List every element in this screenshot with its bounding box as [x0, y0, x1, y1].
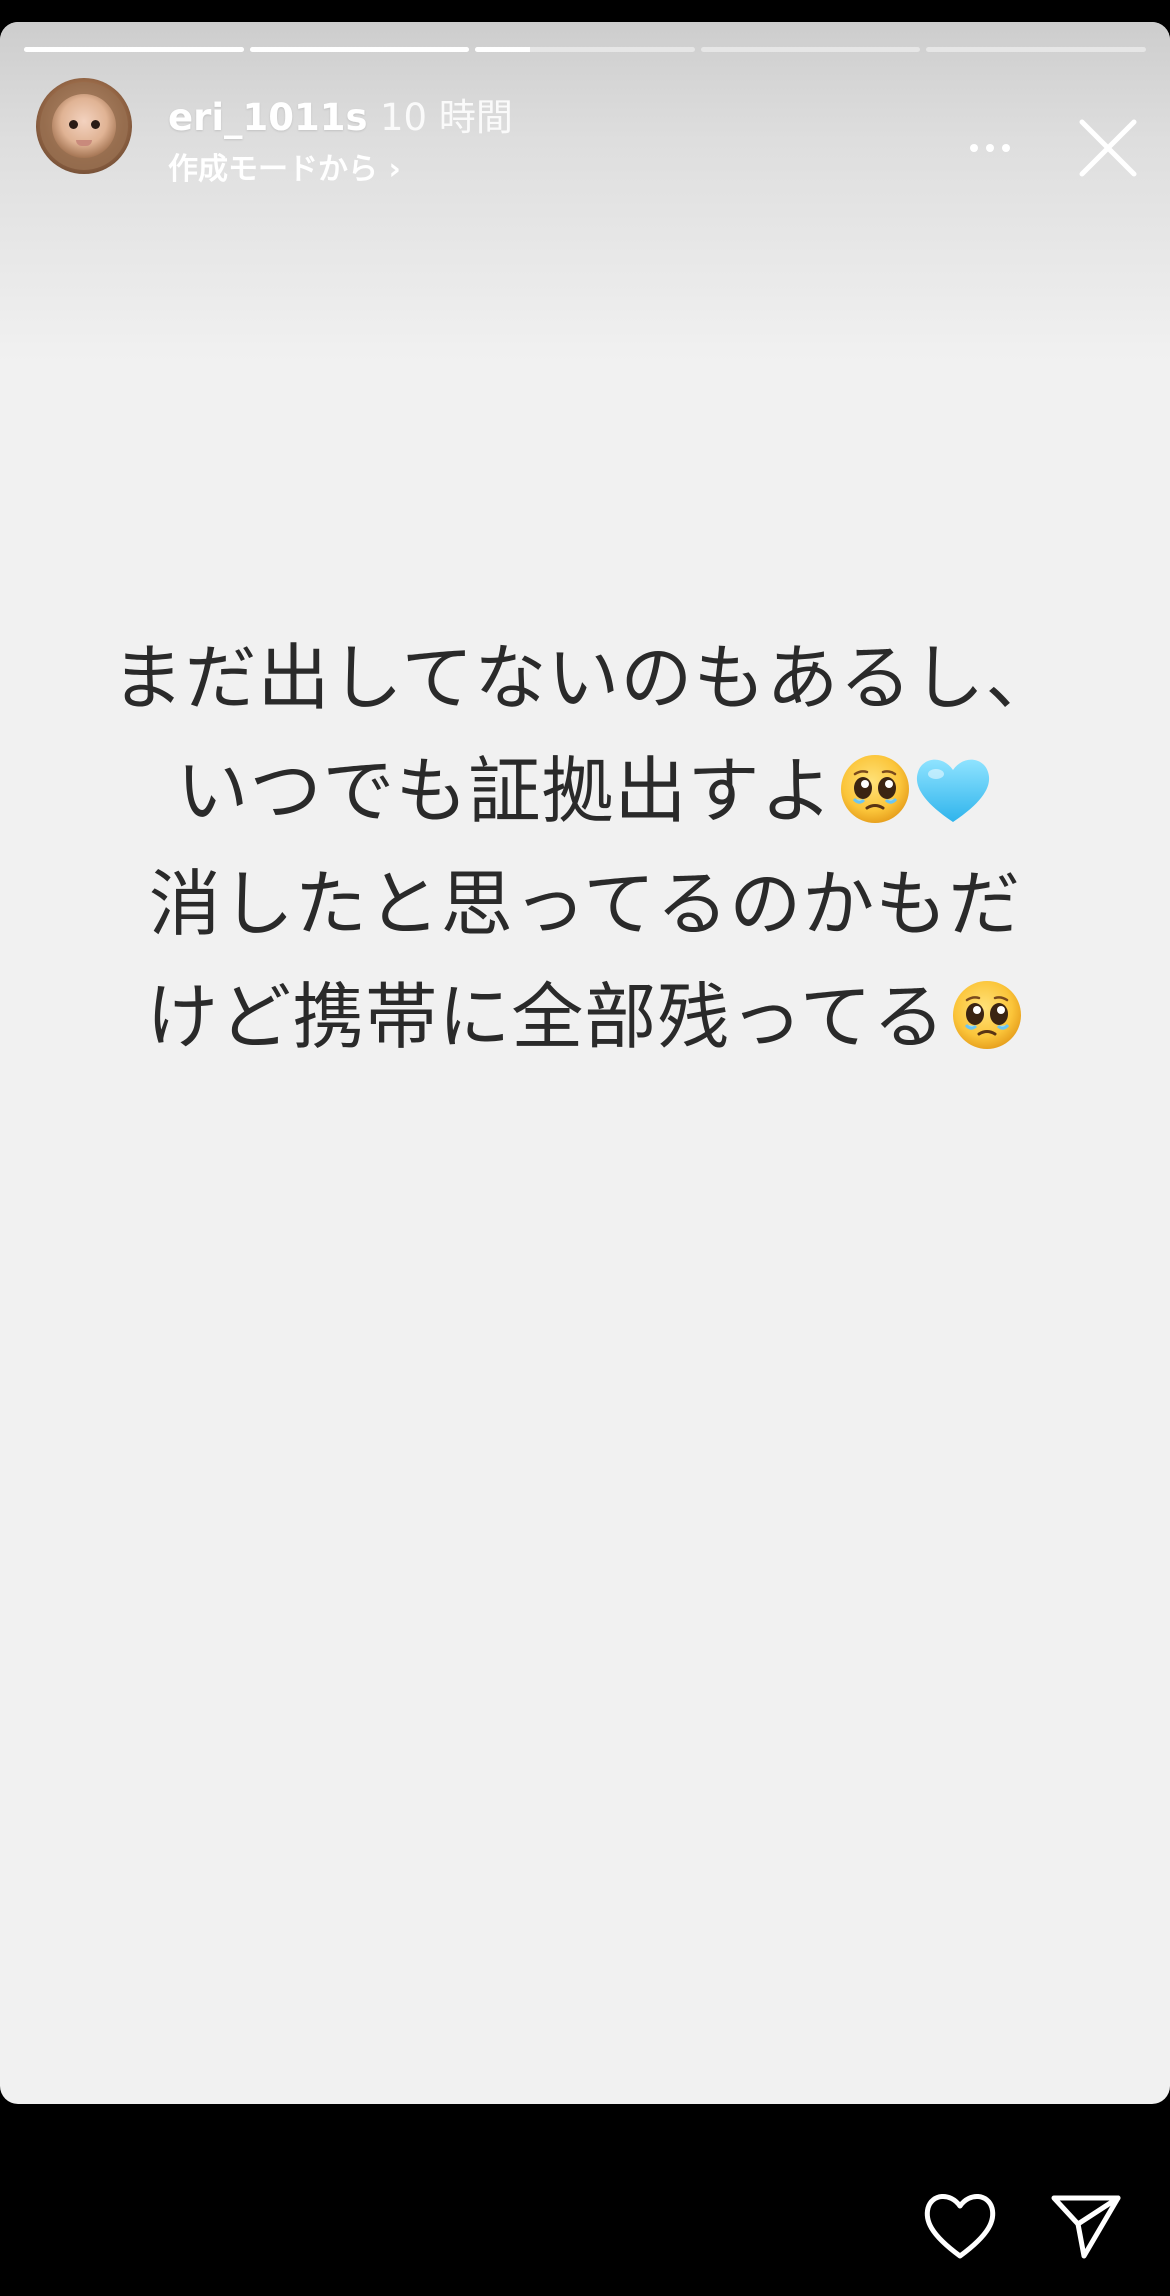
progress-segment — [24, 47, 244, 52]
avatar[interactable] — [36, 78, 132, 174]
story-text-line: 消したと思ってるのかもだ — [40, 848, 1130, 961]
more-horizontal-icon — [1002, 144, 1010, 152]
story-text-line-text: けど携帯に全部残ってる — [146, 975, 946, 1059]
avatar-hood — [40, 82, 128, 170]
progress-segment-fill — [24, 47, 244, 52]
story-text-line: まだ出してないのもあるし、 — [40, 622, 1130, 735]
close-icon — [1079, 119, 1137, 177]
pleading-face-emoji — [840, 755, 909, 823]
story-text-line-text: まだ出してないのもあるし、 — [111, 636, 1059, 720]
avatar-eye-left — [69, 120, 78, 129]
pleading-face-emoji — [952, 981, 1021, 1049]
avatar-eye-right — [91, 120, 100, 129]
like-button[interactable] — [920, 2188, 1000, 2264]
send-paper-plane-icon — [1051, 2195, 1121, 2259]
more-horizontal-icon — [986, 144, 994, 152]
header-gradient — [0, 22, 1170, 362]
progress-segment-fill — [475, 47, 531, 52]
heart-outline-icon — [924, 2194, 996, 2259]
progress-segment — [475, 47, 695, 52]
username[interactable]: eri_1011s — [168, 96, 368, 140]
story-progress-bar — [24, 47, 1146, 52]
story-text-line: けど携帯に全部残ってる — [40, 961, 1130, 1074]
more-horizontal-icon — [970, 144, 978, 152]
story-card[interactable]: eri_1011s 10 時間 作成モードから › まだ出してないのもあるし、 … — [0, 22, 1170, 2104]
story-text: まだ出してないのもあるし、 いつでも証拠出すよ 消したと思ってるのかもだ けど携… — [40, 622, 1130, 1074]
progress-segment — [926, 47, 1146, 52]
more-options-button[interactable] — [960, 126, 1020, 170]
post-timestamp: 10 時間 — [380, 96, 513, 139]
progress-segment — [700, 47, 921, 52]
progress-segment — [249, 47, 470, 52]
story-text-line-text: 消したと思ってるのかもだ — [148, 862, 1022, 946]
create-mode-link[interactable]: 作成モードから › — [168, 150, 401, 190]
progress-segment-fill — [249, 47, 470, 52]
send-button[interactable] — [1048, 2188, 1124, 2264]
story-text-line: いつでも証拠出すよ — [40, 735, 1130, 848]
light-blue-heart-emoji — [916, 759, 989, 822]
story-text-line-text: いつでも証拠出すよ — [176, 749, 834, 833]
close-button[interactable] — [1076, 116, 1140, 180]
